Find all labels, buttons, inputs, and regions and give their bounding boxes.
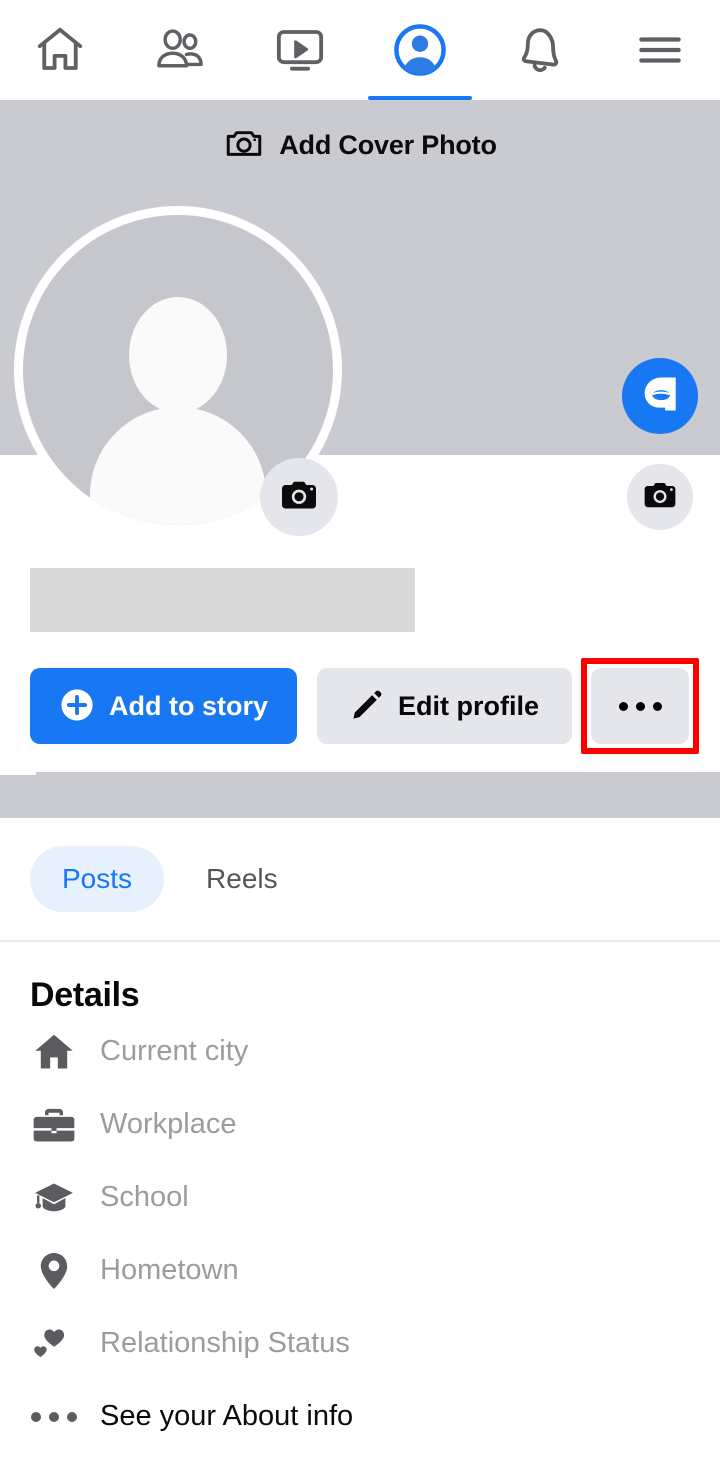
tab-reels[interactable]: Reels <box>174 846 310 912</box>
profile-icon <box>392 22 448 78</box>
profile-name-placeholder <box>30 568 415 632</box>
edit-profile-label: Edit profile <box>398 690 539 721</box>
friends-icon <box>152 22 208 78</box>
avatar-body <box>90 407 266 525</box>
location-pin-icon <box>30 1247 78 1295</box>
section-divider-notch <box>0 772 36 775</box>
top-navigation-bar <box>0 0 720 100</box>
details-heading: Details <box>30 976 140 1014</box>
detail-row-workplace[interactable]: Workplace <box>30 1088 690 1161</box>
add-cover-photo-button[interactable]: Add Cover Photo <box>0 122 720 169</box>
detail-label: Relationship Status <box>100 1327 350 1359</box>
facebook-profile-screen: Add Cover Photo Add to story Edit profil… <box>0 0 720 1475</box>
graduation-cap-icon <box>30 1174 78 1222</box>
edit-profile-button[interactable]: Edit profile <box>317 668 572 744</box>
house-icon <box>30 1028 78 1076</box>
avatar-head <box>129 297 227 413</box>
add-to-story-label: Add to story <box>109 690 268 721</box>
details-section: Details Current city Workplace School Ho… <box>0 944 720 1453</box>
detail-label: School <box>100 1181 189 1213</box>
briefcase-icon <box>30 1101 78 1149</box>
detail-row-school[interactable]: School <box>30 1161 690 1234</box>
nav-item-profile[interactable] <box>360 0 480 100</box>
create-avatar-button[interactable] <box>622 358 698 434</box>
nav-item-home[interactable] <box>0 0 120 100</box>
hearts-icon <box>30 1320 78 1368</box>
more-options-button[interactable] <box>591 668 689 744</box>
nav-item-video[interactable] <box>240 0 360 100</box>
detail-row-relationship-status[interactable]: Relationship Status <box>30 1307 690 1380</box>
edit-cover-photo-button[interactable] <box>627 464 693 530</box>
profile-action-buttons: Add to story Edit profile <box>0 668 720 744</box>
hamburger-menu-icon <box>632 22 688 78</box>
nav-item-menu[interactable] <box>600 0 720 100</box>
bell-icon <box>513 23 567 77</box>
add-to-story-button[interactable]: Add to story <box>30 668 297 744</box>
plus-circle-icon <box>59 687 95 726</box>
detail-row-current-city[interactable]: Current city <box>30 1015 690 1088</box>
video-icon <box>273 23 327 77</box>
detail-label: Hometown <box>100 1254 239 1286</box>
edit-profile-photo-button[interactable] <box>260 458 338 536</box>
detail-row-see-about-info[interactable]: See your About info <box>30 1380 690 1453</box>
detail-label: See your About info <box>100 1400 354 1432</box>
nav-item-friends[interactable] <box>120 0 240 100</box>
detail-row-hometown[interactable]: Hometown <box>30 1234 690 1307</box>
pencil-icon <box>350 688 384 725</box>
camera-outline-icon <box>223 122 265 169</box>
camera-icon <box>641 476 679 519</box>
profile-content-tabs: Posts Reels <box>0 818 720 942</box>
section-divider-band <box>0 772 720 818</box>
detail-label: Workplace <box>100 1108 237 1140</box>
add-cover-photo-label: Add Cover Photo <box>279 130 497 160</box>
ellipsis-icon <box>30 1393 78 1441</box>
nav-item-notifications[interactable] <box>480 0 600 100</box>
avatar-create-icon <box>637 371 683 422</box>
ellipsis-icon <box>618 701 662 711</box>
tab-posts[interactable]: Posts <box>30 846 165 912</box>
detail-label: Current city <box>100 1035 249 1067</box>
home-icon <box>33 23 87 77</box>
camera-icon <box>278 474 320 521</box>
